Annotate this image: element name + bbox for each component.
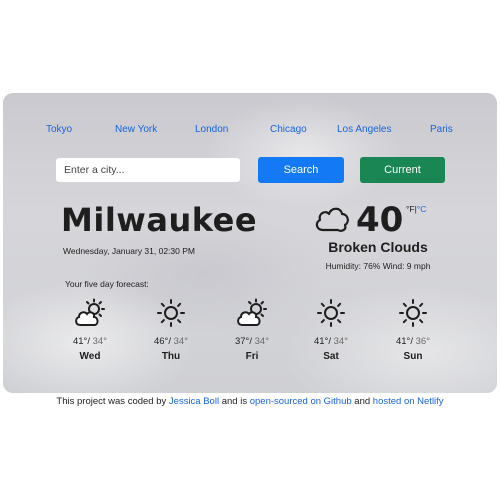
weather-card: Tokyo New York London Chicago Los Angele… bbox=[3, 93, 497, 393]
forecast-temps: 41°/ 34° bbox=[313, 336, 349, 347]
partly-cloudy-icon bbox=[75, 298, 105, 326]
forecast-low: 36° bbox=[415, 336, 431, 347]
netlify-link[interactable]: hosted on Netlify bbox=[373, 396, 444, 407]
forecast-day-name: Fri bbox=[245, 351, 259, 362]
author-link[interactable]: Jessica Boll bbox=[169, 396, 219, 407]
city-link-tokyo[interactable]: Tokyo bbox=[46, 124, 72, 135]
footer-text-1: This project was coded by bbox=[56, 396, 167, 407]
forecast-low: 34° bbox=[254, 336, 270, 347]
forecast-high: 41° bbox=[395, 336, 411, 347]
forecast-day-name: Sun bbox=[403, 351, 423, 362]
forecast-temps: 41°/ 36° bbox=[395, 336, 431, 347]
github-link[interactable]: open-sourced on Github bbox=[250, 396, 352, 407]
forecast-day-sun: 41°/ 36° Sun bbox=[383, 298, 443, 362]
fahrenheit-unit[interactable]: °F bbox=[406, 204, 415, 214]
city-name: Milwaukee bbox=[61, 201, 258, 239]
city-search-input[interactable] bbox=[56, 158, 240, 182]
forecast-low: 34° bbox=[333, 336, 349, 347]
forecast-high: 46° bbox=[153, 336, 169, 347]
broken-clouds-icon bbox=[315, 207, 349, 232]
city-link-chicago[interactable]: Chicago bbox=[270, 124, 307, 135]
forecast-temps: 41°/ 34° bbox=[72, 336, 108, 347]
weather-details: Humidity: 76% Wind: 9 mph bbox=[325, 261, 431, 271]
weather-description: Broken Clouds bbox=[328, 239, 428, 255]
city-link-paris[interactable]: Paris bbox=[430, 124, 453, 135]
current-location-button[interactable]: Current bbox=[360, 157, 445, 183]
forecast-day-fri: 37°/ 34° Fri bbox=[222, 298, 282, 362]
forecast-high: 41° bbox=[313, 336, 329, 347]
city-nav: Tokyo New York London Chicago Los Angele… bbox=[3, 124, 497, 140]
forecast-high: 41° bbox=[72, 336, 88, 347]
partly-cloudy-icon bbox=[237, 298, 267, 326]
forecast-row: 41°/ 34° Wed 46°/ 34° Thu 37°/ 34° Fri 4… bbox=[3, 298, 497, 373]
date-time: Wednesday, January 31, 02:30 PM bbox=[63, 246, 195, 256]
current-temperature: 40 bbox=[356, 200, 404, 240]
forecast-day-wed: 41°/ 34° Wed bbox=[60, 298, 120, 362]
forecast-low: 34° bbox=[92, 336, 108, 347]
forecast-day-name: Sat bbox=[323, 351, 339, 362]
celsius-link[interactable]: °C bbox=[417, 204, 427, 214]
footer-text-3: and bbox=[354, 396, 371, 407]
search-button[interactable]: Search bbox=[258, 157, 344, 183]
sun-icon bbox=[157, 299, 185, 327]
city-link-new-york[interactable]: New York bbox=[115, 124, 157, 135]
sun-icon bbox=[317, 299, 345, 327]
city-link-london[interactable]: London bbox=[195, 124, 228, 135]
footer: This project was coded by Jessica Boll a… bbox=[0, 396, 500, 407]
unit-toggle: °F|°C bbox=[406, 204, 426, 214]
forecast-day-sat: 41°/ 34° Sat bbox=[301, 298, 361, 362]
forecast-title: Your five day forecast: bbox=[65, 279, 149, 289]
forecast-day-thu: 46°/ 34° Thu bbox=[141, 298, 201, 362]
forecast-day-name: Thu bbox=[161, 351, 181, 362]
forecast-high: 37° bbox=[234, 336, 250, 347]
sun-icon bbox=[399, 299, 427, 327]
forecast-temps: 37°/ 34° bbox=[234, 336, 270, 347]
forecast-day-name: Wed bbox=[79, 351, 101, 362]
forecast-low: 34° bbox=[173, 336, 189, 347]
top-band bbox=[0, 0, 500, 93]
current-conditions: 40 °F|°C Broken Clouds Humidity: 76% Win… bbox=[303, 197, 453, 271]
forecast-temps: 46°/ 34° bbox=[153, 336, 189, 347]
footer-text-2: and is bbox=[221, 396, 248, 407]
city-link-los-angeles[interactable]: Los Angeles bbox=[337, 124, 392, 135]
